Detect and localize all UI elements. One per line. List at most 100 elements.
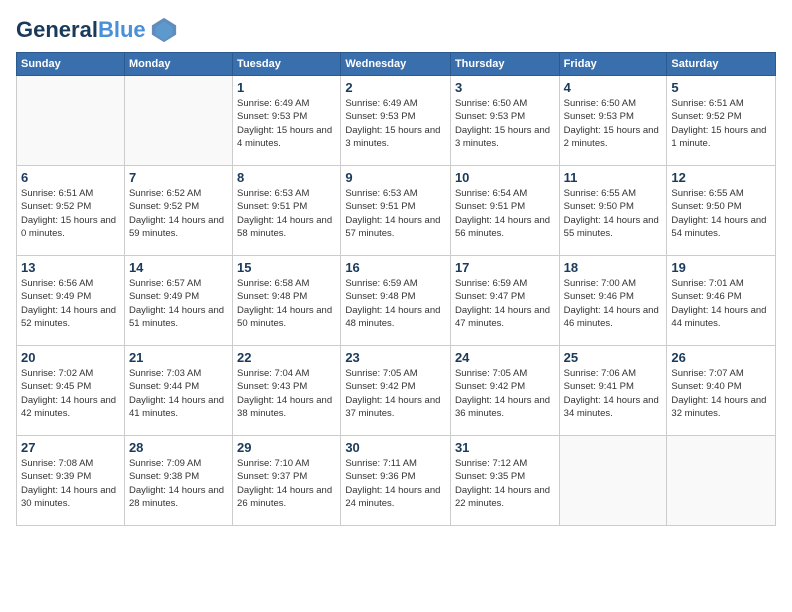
daylight-text: Daylight: 14 hours and 56 minutes. [455,215,550,239]
day-number: 30 [345,440,446,455]
sunrise-text: Sunrise: 7:12 AM [455,458,527,469]
calendar-day: 11 Sunrise: 6:55 AMSunset: 9:50 PMDayligh… [559,166,667,256]
day-number: 3 [455,80,555,95]
day-info: Sunrise: 7:03 AMSunset: 9:44 PMDaylight:… [129,367,228,420]
sunrise-text: Sunrise: 6:53 AM [345,188,417,199]
day-info: Sunrise: 7:05 AMSunset: 9:42 PMDaylight:… [345,367,446,420]
daylight-text: Daylight: 14 hours and 38 minutes. [237,395,332,419]
sunrise-text: Sunrise: 6:49 AM [237,98,309,109]
day-info: Sunrise: 6:57 AMSunset: 9:49 PMDaylight:… [129,277,228,330]
sunset-text: Sunset: 9:44 PM [129,381,199,392]
day-info: Sunrise: 6:54 AMSunset: 9:51 PMDaylight:… [455,187,555,240]
day-info: Sunrise: 6:53 AM Sunset: 9:51 PM Daylight:… [345,187,446,240]
logo-icon [150,16,178,44]
logo: GeneralBlue [16,16,178,44]
sunrise-text: Sunrise: 7:01 AM [671,278,743,289]
sunset-text: Sunset: 9:46 PM [564,291,634,302]
sunrise-text: Sunrise: 7:04 AM [237,368,309,379]
calendar-day: 29Sunrise: 7:10 AMSunset: 9:37 PMDayligh… [233,436,341,526]
sunset-text: Sunset: 9:49 PM [21,291,91,302]
sunset-text: Sunset: 9:51 PM [345,201,415,212]
sunset-text: Sunset: 9:42 PM [345,381,415,392]
sunset-text: Sunset: 9:40 PM [671,381,741,392]
day-info: Sunrise: 7:06 AMSunset: 9:41 PMDaylight:… [564,367,663,420]
daylight-text: Daylight: 14 hours and 22 minutes. [455,485,550,509]
daylight-text: Daylight: 14 hours and 34 minutes. [564,395,659,419]
day-number: 21 [129,350,228,365]
calendar-day: 21 Sunrise: 7:03 AMSunset: 9:44 PMDayligh… [124,346,232,436]
calendar-day: 26Sunrise: 7:07 AMSunset: 9:40 PMDayligh… [667,346,776,436]
day-number: 26 [671,350,771,365]
sunrise-text: Sunrise: 7:07 AM [671,368,743,379]
day-number: 15 [237,260,336,275]
day-number: 18 [564,260,663,275]
day-info: Sunrise: 6:59 AMSunset: 9:47 PMDaylight:… [455,277,555,330]
day-number: 22 [237,350,336,365]
calendar-day: 3 Sunrise: 6:50 AMSunset: 9:53 PMDaylight… [450,76,559,166]
daylight-text: Daylight: 14 hours and 24 minutes. [345,485,440,509]
day-info: Sunrise: 7:11 AMSunset: 9:36 PMDaylight:… [345,457,446,510]
sunset-text: Sunset: 9:46 PM [671,291,741,302]
daylight-text: Daylight: 14 hours and 37 minutes. [345,395,440,419]
sunset-text: Sunset: 9:43 PM [237,381,307,392]
header-day: Wednesday [341,53,451,76]
calendar-day [559,436,667,526]
calendar-day: 1Sunrise: 6:49 AMSunset: 9:53 PMDaylight… [233,76,341,166]
daylight-text: Daylight: 15 hours and 3 minutes. [455,125,550,149]
calendar-day [124,76,232,166]
day-info: Sunrise: 6:58 AMSunset: 9:48 PMDaylight:… [237,277,336,330]
day-number: 20 [21,350,120,365]
calendar-day: 18Sunrise: 7:00 AMSunset: 9:46 PMDayligh… [559,256,667,346]
daylight-text: Daylight: 15 hours and 3 minutes. [345,125,440,149]
daylight-text: Daylight: 14 hours and 51 minutes. [129,305,224,329]
calendar-day: 24Sunrise: 7:05 AMSunset: 9:42 PMDayligh… [450,346,559,436]
calendar-week: 13Sunrise: 6:56 AMSunset: 9:49 PMDayligh… [17,256,776,346]
calendar-day: 19Sunrise: 7:01 AMSunset: 9:46 PMDayligh… [667,256,776,346]
day-info: Sunrise: 6:50 AMSunset: 9:53 PMDaylight:… [564,97,663,150]
day-info: Sunrise: 6:53 AMSunset: 9:51 PMDaylight:… [237,187,336,240]
calendar-day: 16Sunrise: 6:59 AMSunset: 9:48 PMDayligh… [341,256,451,346]
day-number: 28 [129,440,228,455]
calendar-day: 23Sunrise: 7:05 AMSunset: 9:42 PMDayligh… [341,346,451,436]
sunrise-text: Sunrise: 6:59 AM [345,278,417,289]
day-info: Sunrise: 6:50 AMSunset: 9:53 PMDaylight:… [455,97,555,150]
sunrise-text: Sunrise: 7:11 AM [345,458,417,469]
sunset-text: Sunset: 9:39 PM [21,471,91,482]
calendar-day: 20Sunrise: 7:02 AMSunset: 9:45 PMDayligh… [17,346,125,436]
day-number: 11 [564,170,663,185]
header-day: Sunday [17,53,125,76]
day-number: 4 [564,80,663,95]
daylight-text: Daylight: 14 hours and 44 minutes. [671,305,766,329]
header-day: Thursday [450,53,559,76]
day-number: 16 [345,260,446,275]
daylight-text: Daylight: 14 hours and 50 minutes. [237,305,332,329]
day-number: 24 [455,350,555,365]
day-info: Sunrise: 6:52 AMSunset: 9:52 PMDaylight:… [129,187,228,240]
sunset-text: Sunset: 9:48 PM [237,291,307,302]
calendar-week: 1Sunrise: 6:49 AMSunset: 9:53 PMDaylight… [17,76,776,166]
day-info: Sunrise: 6:55 AMSunset: 9:50 PMDaylight:… [564,187,663,240]
day-info: Sunrise: 7:07 AMSunset: 9:40 PMDaylight:… [671,367,771,420]
daylight-text: Daylight: 14 hours and 26 minutes. [237,485,332,509]
sunset-text: Sunset: 9:52 PM [671,111,741,122]
header-day: Monday [124,53,232,76]
day-number: 17 [455,260,555,275]
day-info: Sunrise: 6:51 AMSunset: 9:52 PMDaylight:… [671,97,771,150]
calendar-day: 31Sunrise: 7:12 AMSunset: 9:35 PMDayligh… [450,436,559,526]
day-number: 10 [455,170,555,185]
calendar-day: 27Sunrise: 7:08 AMSunset: 9:39 PMDayligh… [17,436,125,526]
daylight-text: Daylight: 14 hours and 57 minutes. [345,215,440,239]
calendar-week: 6Sunrise: 6:51 AMSunset: 9:52 PMDaylight… [17,166,776,256]
calendar-day: 10 Sunrise: 6:54 AMSunset: 9:51 PMDayligh… [450,166,559,256]
daylight-text: Daylight: 14 hours and 41 minutes. [129,395,224,419]
calendar-day: 14Sunrise: 6:57 AMSunset: 9:49 PMDayligh… [124,256,232,346]
daylight-text: Daylight: 14 hours and 36 minutes. [455,395,550,419]
sunrise-text: Sunrise: 7:08 AM [21,458,93,469]
calendar-day: 8Sunrise: 6:53 AMSunset: 9:51 PMDaylight… [233,166,341,256]
calendar-header: SundayMondayTuesdayWednesdayThursdayFrid… [17,53,776,76]
sunset-text: Sunset: 9:35 PM [455,471,525,482]
day-info: Sunrise: 7:08 AMSunset: 9:39 PMDaylight:… [21,457,120,510]
header-day: Tuesday [233,53,341,76]
daylight-text: Daylight: 14 hours and 42 minutes. [21,395,116,419]
daylight-text: Daylight: 14 hours and 52 minutes. [21,305,116,329]
